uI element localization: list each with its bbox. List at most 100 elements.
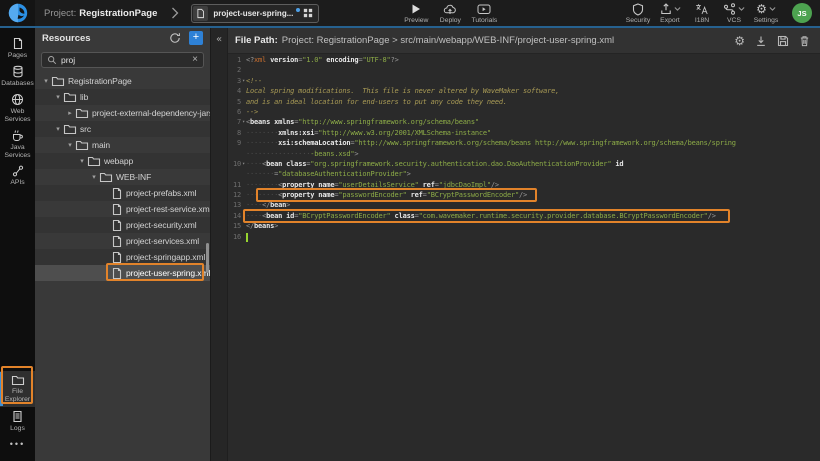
tree-item-label: project-prefabs.xml (126, 188, 196, 198)
tree-item-project-rest-service.xml[interactable]: project-rest-service.xml (35, 201, 210, 217)
search-icon (47, 55, 57, 65)
code-line: 16 (228, 232, 820, 242)
sidebar-item-pages[interactable]: Pages (0, 34, 35, 62)
topbar-tutorials-button[interactable]: Tutorials (471, 3, 497, 24)
sidebar-item-web-services[interactable]: WebServices (0, 90, 35, 126)
code-line: ·······="databaseAuthenticationProvider"… (228, 169, 820, 179)
tree-item-label: project-rest-service.xml (126, 204, 210, 214)
tab-file-name: project-user-spring... (213, 9, 293, 18)
clear-search-icon[interactable]: × (192, 55, 198, 65)
topbar-settings-label: Settings (754, 17, 779, 24)
code-surface[interactable]: 1<?xml version="1.0" encoding="UTF-8"?>2… (228, 54, 820, 461)
line-number: 15 (228, 221, 241, 231)
topbar-vcs-label: VCS (727, 17, 741, 24)
tree-expand-arrow[interactable]: ▾ (53, 93, 63, 101)
sidebar-item-databases[interactable]: Databases (0, 62, 35, 90)
folder-icon (75, 139, 89, 151)
tree-item-project-springapp.xml[interactable]: project-springapp.xml (35, 249, 210, 265)
tree-item-lib[interactable]: ▾lib (35, 89, 210, 105)
left-sidebar: PagesDatabasesWebServices JavaServices API… (0, 28, 35, 461)
download-icon[interactable] (755, 35, 767, 47)
folder-icon (11, 374, 25, 386)
video-icon (477, 3, 491, 15)
doc-icon (12, 410, 23, 423)
tree-expand-arrow[interactable]: ▾ (89, 173, 99, 181)
tree-item-webapp[interactable]: ▾webapp (35, 153, 210, 169)
sidebar-item-apis[interactable]: APIs (0, 162, 35, 190)
tree-item-project-prefabs.xml[interactable]: project-prefabs.xml (35, 185, 210, 201)
file-path-label: File Path: (235, 35, 278, 46)
save-icon[interactable] (777, 35, 789, 47)
line-number: 5 (228, 97, 241, 107)
tree-expand-arrow[interactable]: ▾ (77, 157, 87, 165)
tree-item-project-external-dependency-jars[interactable]: ▸project-external-dependency-jars (35, 105, 210, 121)
dashboard-grid-icon[interactable] (303, 8, 313, 18)
tree-expand-arrow[interactable]: ▾ (41, 77, 51, 85)
tree-item-WEB-INF[interactable]: ▾WEB-INF (35, 169, 210, 185)
tree-expand-arrow[interactable]: ▾ (65, 141, 75, 149)
tree-item-main[interactable]: ▾main (35, 137, 210, 153)
resources-header: Resources + (35, 28, 210, 48)
sidebar-item-label: JavaServices (4, 144, 30, 160)
search-input[interactable] (61, 55, 192, 65)
refresh-icon[interactable] (169, 32, 181, 44)
sidebar-item-java-services[interactable]: JavaServices (0, 126, 35, 162)
project-label: Project: (44, 8, 76, 19)
chevron-right-icon (171, 7, 179, 19)
tree-item-project-security.xml[interactable]: project-security.xml (35, 217, 210, 233)
file-path-value: Project: RegistrationPage > src/main/web… (282, 35, 614, 46)
file-tree: ▾RegistrationPage▾lib▸project-external-d… (35, 73, 210, 281)
topbar-security-label: Security (626, 17, 651, 24)
code-line: 8········xmlns:xsi="http://www.w3.org/20… (228, 128, 820, 138)
topbar-deploy-button[interactable]: Deploy (437, 3, 463, 24)
folder-icon (87, 155, 101, 167)
project-breadcrumb: Project:RegistrationPage (44, 8, 157, 19)
sidebar-item-file-explorer[interactable]: FileExplorer (0, 371, 35, 407)
tree-item-label: project-security.xml (126, 220, 197, 230)
folder-icon (63, 91, 77, 103)
fold-caret (241, 65, 246, 75)
code-line: 13····</bean> (228, 200, 820, 210)
tree-item-src[interactable]: ▾src (35, 121, 210, 137)
tree-item-label: project-services.xml (126, 236, 199, 246)
panel-scrollbar[interactable] (206, 243, 209, 273)
wavemaker-logo[interactable] (0, 0, 35, 26)
editor-settings-icon[interactable]: ⚙ (734, 35, 745, 47)
topbar-left-actions: Preview Deploy Tutorials (403, 3, 497, 24)
top-bar: Project:RegistrationPage project-user-sp… (0, 0, 820, 28)
open-file-tab[interactable]: project-user-spring... (191, 4, 319, 23)
topbar-export-button[interactable]: Export (657, 3, 683, 24)
topbar-preview-label: Preview (404, 17, 428, 24)
line-number: 9 (228, 138, 241, 148)
sidebar-item-logs[interactable]: Logs (0, 407, 35, 435)
line-number: 3 (228, 76, 241, 86)
tree-item-project-user-spring.xml[interactable]: project-user-spring.xml (35, 265, 210, 281)
code-editor-pane: File Path: Project: RegistrationPage > s… (228, 28, 820, 461)
code-line: 12········<property name="passwordEncode… (228, 190, 820, 200)
tree-item-RegistrationPage[interactable]: ▾RegistrationPage (35, 73, 210, 89)
code-line: 11········<property name="userDetailsSer… (228, 180, 820, 190)
wavemaker-logo-icon (7, 2, 29, 24)
topbar-vcs-button[interactable]: VCS (721, 3, 747, 24)
gear-icon: ⚙ (756, 3, 767, 15)
sidebar-more-button[interactable]: ••• (0, 435, 35, 453)
tree-item-project-services.xml[interactable]: project-services.xml (35, 233, 210, 249)
page-icon (111, 267, 123, 280)
tree-item-label: project-user-spring.xml (126, 268, 210, 278)
tree-expand-arrow[interactable]: ▸ (65, 109, 75, 117)
active-indicator (0, 372, 3, 406)
topbar-settings-button[interactable]: ⚙ Settings (753, 3, 779, 24)
topbar-preview-button[interactable]: Preview (403, 3, 429, 24)
topbar-security-button[interactable]: Security (625, 3, 651, 24)
folder-icon (75, 107, 89, 119)
add-resource-button[interactable]: + (189, 31, 203, 45)
user-avatar[interactable]: JS (792, 3, 812, 23)
text-cursor (246, 233, 248, 242)
topbar-i18n-button[interactable]: I18N (689, 3, 715, 24)
tree-expand-arrow[interactable]: ▾ (53, 125, 63, 133)
tree-item-label: project-springapp.xml (126, 252, 205, 262)
coffee-icon (11, 129, 24, 142)
code-line: 7▾<beans xmlns="http://www.springframewo… (228, 117, 820, 127)
collapse-panel-icon[interactable]: « (211, 34, 227, 45)
delete-icon[interactable] (799, 35, 810, 47)
